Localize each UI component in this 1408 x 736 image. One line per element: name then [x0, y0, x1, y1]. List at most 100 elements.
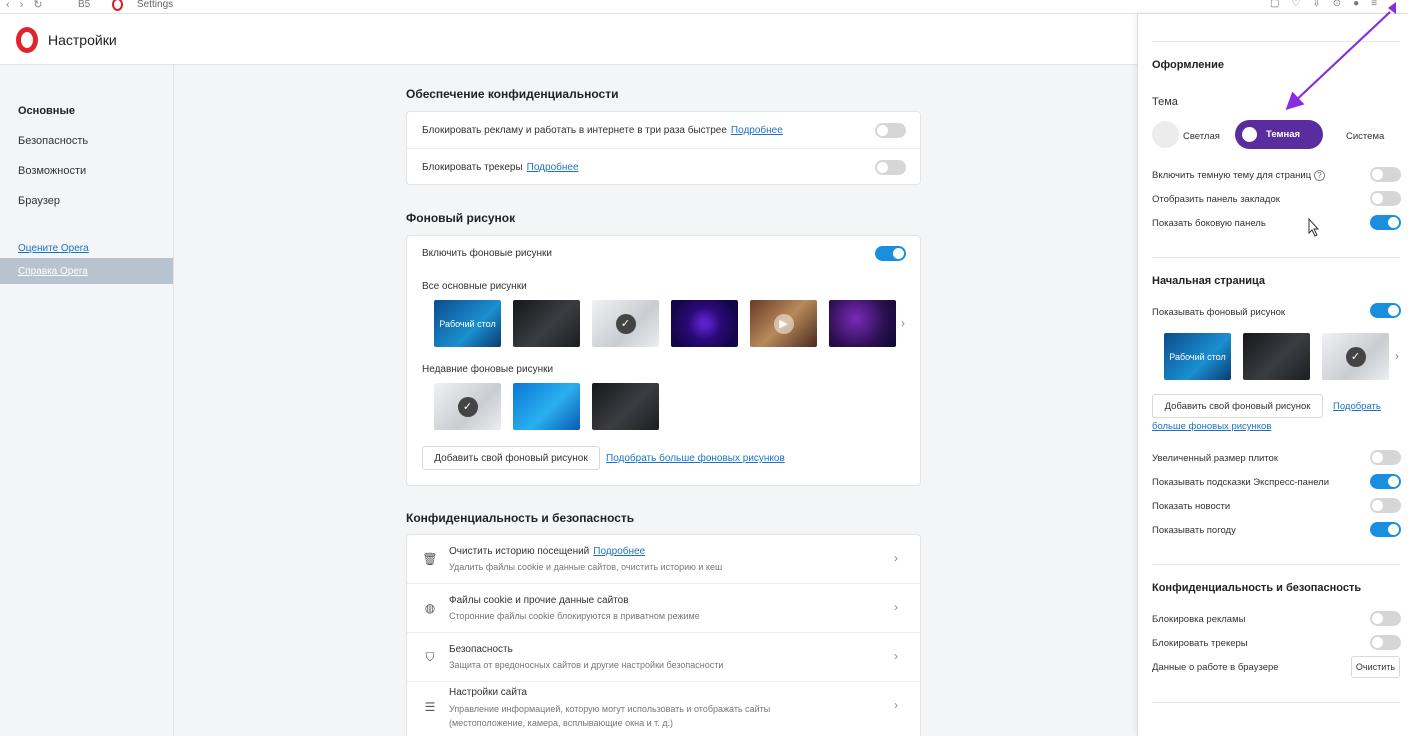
- cookies-desc: Сторонние файлы cookie блокируются в при…: [449, 611, 700, 621]
- start-thumb-dark[interactable]: [1243, 333, 1310, 380]
- opera-logo-icon: [16, 27, 38, 53]
- trash-icon: 🗑: [422, 552, 438, 566]
- clear-history-row[interactable]: 🗑 Очистить историю посещений Подробнее Уд…: [407, 535, 920, 584]
- wallpaper-card: Включить фоновые рисунки Все основные ри…: [406, 235, 921, 486]
- all-wallpapers-label: Все основные рисунки: [422, 281, 527, 292]
- start-more-link-1[interactable]: Подобрать: [1333, 401, 1381, 412]
- play-icon: ▶: [773, 313, 794, 334]
- tracker-block-label: Блокировать трекеры: [422, 162, 523, 173]
- chevron-right-icon: ›: [894, 551, 898, 565]
- ad-block-toggle[interactable]: [875, 123, 906, 138]
- wallpaper-thumb-desktop[interactable]: Рабочий стол: [434, 300, 501, 347]
- site-settings-title: Настройки сайта: [449, 687, 527, 698]
- site-settings-row[interactable]: ☰ Настройки сайта Управление информацией…: [407, 682, 920, 736]
- panel-tracker-toggle[interactable]: [1370, 635, 1401, 650]
- speed-dial-hints-toggle[interactable]: [1370, 474, 1401, 489]
- sidebar-panel-toggle[interactable]: [1370, 215, 1401, 230]
- theme-system-label[interactable]: Система: [1346, 131, 1384, 142]
- safety-desc: Защита от вредоносных сайтов и другие на…: [449, 660, 724, 670]
- wallpaper-section-title: Фоновый рисунок: [406, 211, 516, 225]
- ad-block-row: Блокировать рекламу и работать в интерне…: [407, 112, 920, 149]
- chevron-right-icon[interactable]: ›: [901, 316, 905, 330]
- bookmarks-bar-toggle[interactable]: [1370, 191, 1401, 206]
- wallpaper-thumb-light[interactable]: ✓: [592, 300, 659, 347]
- tab-number: B5: [78, 0, 91, 10]
- large-tiles-toggle[interactable]: [1370, 450, 1401, 465]
- privacy-section-title: Обеспечение конфиденциальности: [406, 87, 619, 101]
- show-wallpaper-toggle[interactable]: [1370, 303, 1401, 318]
- site-settings-desc: Управление информацией, которую могут ис…: [449, 704, 771, 728]
- sidebar-item-features[interactable]: Возможности: [18, 165, 86, 177]
- start-thumb-desktop[interactable]: Рабочий стол: [1164, 333, 1231, 380]
- enable-wallpaper-toggle[interactable]: [875, 246, 906, 261]
- cookies-row[interactable]: ◍ Файлы cookie и прочие данные сайтов Ст…: [407, 584, 920, 633]
- more-wallpapers-link[interactable]: Подобрать больше фоновых рисунков: [606, 453, 785, 464]
- panel-ad-block-label: Блокировка рекламы: [1152, 614, 1246, 625]
- tracker-block-toggle[interactable]: [875, 160, 906, 175]
- browsing-data-label: Данные о работе в браузере: [1152, 662, 1279, 673]
- checkmark-icon: ✓: [1345, 346, 1366, 367]
- security-section-title: Конфиденциальность и безопасность: [406, 511, 635, 525]
- clear-history-more-link[interactable]: Подробнее: [593, 546, 645, 557]
- help-icon[interactable]: ?: [1313, 170, 1325, 181]
- privacy-card: Блокировать рекламу и работать в интерне…: [406, 111, 921, 185]
- start-thumb-light[interactable]: ✓: [1322, 333, 1389, 380]
- divider: [1152, 257, 1400, 258]
- shield-icon: ⛉: [425, 649, 435, 664]
- theme-dark-label: Темная: [1266, 129, 1301, 140]
- show-weather-toggle[interactable]: [1370, 522, 1401, 537]
- recent-thumb-dark[interactable]: [592, 383, 659, 430]
- opera-tab-icon: [112, 0, 123, 11]
- dark-pages-toggle[interactable]: [1370, 167, 1401, 182]
- nav-buttons-icon[interactable]: ‹›↻: [6, 0, 53, 11]
- sidebar-item-basic[interactable]: Основные: [18, 105, 75, 117]
- panel-ad-block-toggle[interactable]: [1370, 611, 1401, 626]
- start-more-link-2[interactable]: больше фоновых рисунков: [1152, 421, 1271, 432]
- sidebar-item-browser[interactable]: Браузер: [18, 195, 60, 207]
- panel-privacy-title: Конфиденциальность и безопасность: [1152, 582, 1362, 594]
- theme-dark-option[interactable]: Темная: [1235, 120, 1323, 149]
- wallpaper-thumb-space[interactable]: [829, 300, 896, 347]
- clear-data-button[interactable]: Очистить: [1351, 656, 1400, 678]
- theme-dark-dot: [1242, 127, 1257, 142]
- wallpaper-thumb-game[interactable]: ▶: [750, 300, 817, 347]
- sliders-icon: ☰: [424, 700, 436, 714]
- tracker-block-more-link[interactable]: Подробнее: [527, 162, 579, 173]
- toolbar-icons[interactable]: ▢♡⇩⊙●≡: [1270, 0, 1389, 9]
- settings-header: Настройки: [0, 14, 1137, 65]
- safety-row[interactable]: ⛉ Безопасность Защита от вредоносных сай…: [407, 633, 920, 682]
- clear-history-title: Очистить историю посещений: [449, 546, 590, 557]
- rate-opera-link[interactable]: Оцените Opera: [18, 243, 89, 254]
- theme-light-swatch[interactable]: [1152, 121, 1179, 148]
- checkmark-icon: ✓: [615, 313, 636, 334]
- start-thumb-desktop-label: Рабочий стол: [1169, 351, 1226, 362]
- wallpaper-thumb-dark[interactable]: [513, 300, 580, 347]
- appearance-title: Оформление: [1152, 59, 1224, 71]
- opera-help-link[interactable]: Справка Opera: [0, 258, 173, 284]
- sidebar-item-security[interactable]: Безопасность: [18, 135, 88, 147]
- theme-light-label[interactable]: Светлая: [1183, 131, 1220, 142]
- add-wallpaper-button[interactable]: Добавить свой фоновый рисунок: [422, 446, 600, 470]
- ad-block-more-link[interactable]: Подробнее: [731, 125, 783, 136]
- opera-help-label: Справка Opera: [18, 266, 88, 277]
- show-news-label: Показать новости: [1152, 501, 1231, 512]
- show-news-toggle[interactable]: [1370, 498, 1401, 513]
- show-weather-label: Показывать погоду: [1152, 525, 1236, 536]
- large-tiles-label: Увеличенный размер плиток: [1152, 453, 1278, 464]
- chevron-right-icon[interactable]: ›: [1395, 349, 1399, 363]
- ad-block-label: Блокировать рекламу и работать в интерне…: [422, 125, 727, 136]
- bookmarks-bar-label: Отобразить панель закладок: [1152, 194, 1280, 205]
- recent-thumb-windows[interactable]: [513, 383, 580, 430]
- recent-thumb-light[interactable]: ✓: [434, 383, 501, 430]
- start-add-wallpaper-button[interactable]: Добавить свой фоновый рисунок: [1152, 394, 1323, 418]
- panel-tracker-label: Блокировать трекеры: [1152, 638, 1248, 649]
- tracker-block-row: Блокировать трекеры Подробнее: [407, 149, 920, 186]
- start-page-title: Начальная страница: [1152, 275, 1266, 287]
- recent-wallpapers-label: Недавние фоновые рисунки: [422, 364, 554, 375]
- theme-label: Тема: [1152, 96, 1178, 108]
- dark-pages-label: Включить темную тему для страниц: [1152, 170, 1312, 181]
- show-wallpaper-label: Показывать фоновый рисунок: [1152, 307, 1286, 318]
- wallpaper-thumb-purple[interactable]: [671, 300, 738, 347]
- sidebar-panel-label: Показать боковую панель: [1152, 218, 1266, 229]
- tab-title[interactable]: Settings: [137, 0, 173, 10]
